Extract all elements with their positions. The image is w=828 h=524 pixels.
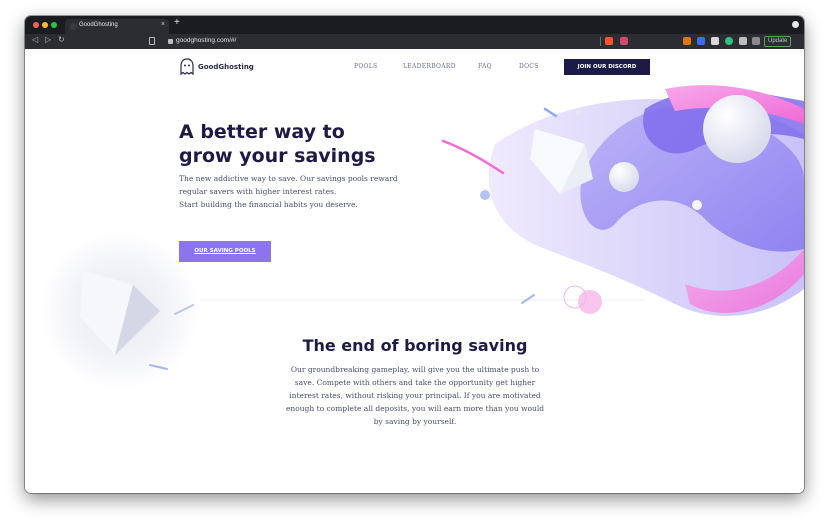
hero-title-line-1: A better way to (179, 121, 345, 143)
puzzle-icon[interactable] (739, 37, 747, 45)
close-window-icon[interactable] (33, 22, 39, 28)
hero-desc-line-3: Start building the financial habits you … (179, 200, 358, 209)
hero-desc-line-2: regular savers with higher interest rate… (179, 187, 337, 196)
logo-text: GoodGhosting (198, 63, 254, 71)
toolbar-divider (600, 37, 601, 46)
hero-desc-line-1: The new addictive way to save. Our savin… (179, 174, 398, 183)
extension-icon-gray[interactable] (711, 37, 719, 45)
join-discord-button[interactable]: JOIN OUR DISCORD (564, 59, 650, 75)
forward-icon[interactable]: ▷ (45, 36, 51, 44)
nav-faq[interactable]: FAQ (478, 63, 492, 70)
tab-goodghosting[interactable]: GoodGhosting × (65, 19, 169, 34)
playlist-icon[interactable] (752, 37, 760, 45)
hero-description: The new addictive way to save. Our savin… (179, 172, 419, 211)
lock-icon (168, 39, 173, 44)
bookmark-icon[interactable] (149, 37, 155, 45)
update-button[interactable]: Update (764, 36, 792, 47)
tab-title: GoodGhosting (79, 22, 118, 28)
tab-strip: GoodGhosting × + (25, 16, 804, 34)
address-toolbar: ◁ ▷ ↻ goodghosting.com/#/ Update (25, 34, 804, 49)
url-field[interactable]: goodghosting.com/#/ (176, 37, 236, 44)
profile-icon[interactable] (792, 21, 799, 28)
saving-pools-button[interactable]: OUR SAVING POOLS (179, 241, 271, 262)
nav-docs[interactable]: DOCS (519, 63, 539, 70)
webpage: GoodGhosting POOLS LEADERBOARD FAQ DOCS … (25, 49, 804, 493)
section-description: Our groundbreaking gameplay, will give y… (285, 365, 545, 426)
back-icon[interactable]: ◁ (32, 36, 38, 44)
extension-icon-green[interactable] (725, 37, 733, 45)
brave-rewards-icon[interactable] (620, 37, 628, 45)
tab-close-icon[interactable]: × (161, 21, 165, 28)
tab-favicon-icon (70, 23, 77, 30)
site-logo[interactable]: GoodGhosting (180, 58, 254, 76)
hero-title-line-2: grow your savings (179, 145, 376, 167)
section-title: The end of boring saving (302, 336, 528, 355)
reload-icon[interactable]: ↻ (58, 36, 65, 44)
hero-title: A better way to grow your savings (179, 120, 429, 168)
nav-pools[interactable]: POOLS (354, 63, 377, 70)
browser-window: GoodGhosting × + ◁ ▷ ↻ goodghosting.com/… (25, 16, 804, 493)
new-tab-icon[interactable]: + (174, 18, 180, 28)
nav-leaderboard[interactable]: LEADERBOARD (403, 63, 456, 70)
metamask-icon[interactable] (683, 37, 691, 45)
brave-shield-icon[interactable] (605, 37, 613, 45)
maximize-window-icon[interactable] (51, 22, 57, 28)
minimize-window-icon[interactable] (42, 22, 48, 28)
ghost-logo-icon (180, 58, 194, 76)
extension-icon-blue[interactable] (697, 37, 705, 45)
